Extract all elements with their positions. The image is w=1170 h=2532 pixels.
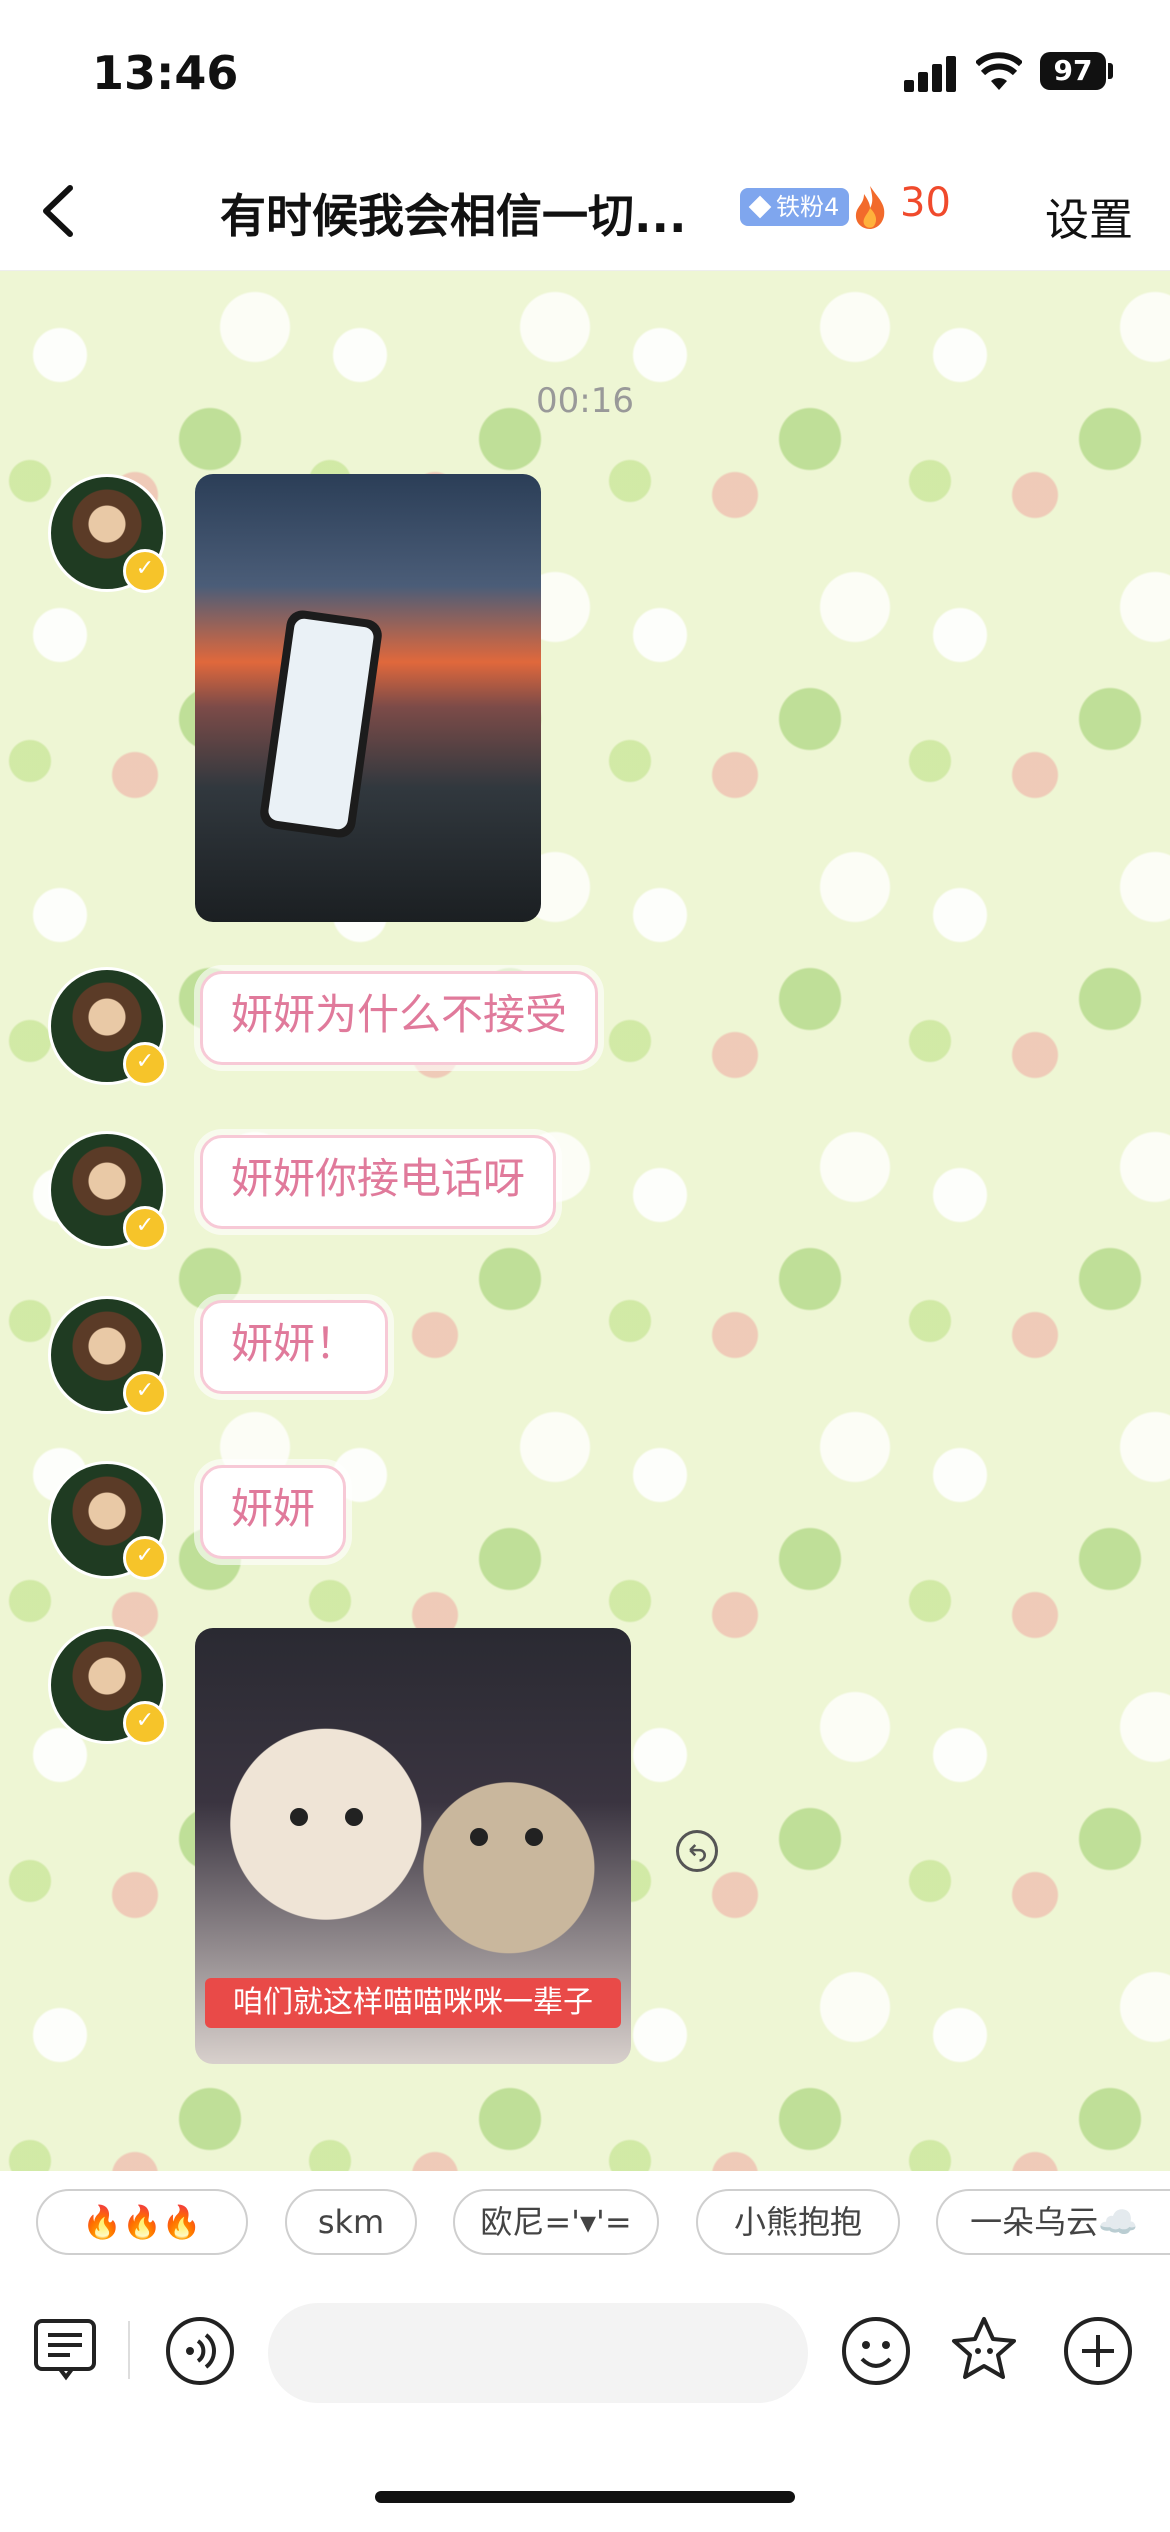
image-message[interactable] [195, 474, 541, 922]
sticker-star-icon[interactable] [948, 2313, 1020, 2385]
verified-icon: ✓ [123, 1206, 167, 1250]
wifi-icon [976, 52, 1022, 90]
avatar[interactable]: ✓ [48, 1461, 167, 1580]
battery-tip [1108, 63, 1113, 79]
sticker-message[interactable]: 咱们就这样喵喵咪咪一辈子 [195, 1628, 631, 2064]
emoji-icon[interactable] [840, 2315, 912, 2387]
cat-eye [290, 1808, 308, 1826]
quick-reply-chip[interactable]: 🔥🔥🔥 [36, 2189, 248, 2255]
message-bubble[interactable]: 妍妍！ [200, 1300, 389, 1394]
status-bar: 13:46 97 [0, 0, 1170, 150]
home-indicator[interactable] [375, 2491, 795, 2503]
quick-reply-chip[interactable]: skm [285, 2189, 417, 2255]
avatar[interactable]: ✓ [48, 1131, 167, 1250]
message-bubble[interactable]: 妍妍为什么不接受 [200, 971, 599, 1065]
sticker-caption: 咱们就这样喵喵咪咪一辈子 [205, 1978, 621, 2028]
input-toolbar [0, 2281, 1170, 2532]
chat-header: 有时候我会相信一切... 铁粉4 30 设置 [0, 150, 1170, 271]
fan-badge-label: 铁粉4 [776, 193, 840, 221]
message-bubble[interactable]: 妍妍你接电话呀 [200, 1135, 557, 1229]
streak-count: 30 [900, 180, 951, 226]
quick-reply-chip[interactable]: 小熊抱抱 [696, 2189, 900, 2255]
diamond-icon [748, 195, 772, 219]
quick-reply-chip[interactable]: 一朵乌云☁️ [936, 2189, 1170, 2255]
quick-reply-bar: 🔥🔥🔥 skm 欧尼='▾'= 小熊抱抱 一朵乌云☁️ [0, 2171, 1170, 2281]
phone-in-photo [258, 608, 384, 840]
fire-icon [855, 186, 885, 229]
message-timestamp: 00:16 [536, 381, 634, 421]
avatar[interactable]: ✓ [48, 967, 167, 1086]
chat-title[interactable]: 有时候我会相信一切... [220, 180, 686, 246]
toolbar-divider [128, 2321, 130, 2379]
settings-button[interactable]: 设置 [1045, 184, 1133, 248]
recall-icon[interactable] [676, 1830, 718, 1872]
cat-eye [345, 1808, 363, 1826]
verified-icon: ✓ [123, 1536, 167, 1580]
cellular-signal-icon [904, 56, 958, 92]
verified-icon: ✓ [123, 1701, 167, 1745]
message-input[interactable] [268, 2303, 808, 2403]
quick-reply-chip[interactable]: 欧尼='▾'= [453, 2189, 659, 2255]
verified-icon: ✓ [123, 549, 167, 593]
cat-eye [525, 1828, 543, 1846]
fan-level-badge: 铁粉4 [740, 188, 850, 226]
verified-icon: ✓ [123, 1042, 167, 1086]
avatar[interactable]: ✓ [48, 1296, 167, 1415]
voice-icon[interactable] [164, 2315, 236, 2387]
menu-list-icon[interactable] [30, 2313, 102, 2385]
avatar[interactable]: ✓ [48, 474, 167, 593]
add-icon[interactable] [1062, 2315, 1134, 2387]
status-time: 13:46 [92, 46, 239, 100]
chat-area[interactable]: 00:16 ✓ ✓ 妍妍为什么不接受 ✓ 妍妍你接电话呀 ✓ 妍妍！ ✓ 妍妍 … [0, 271, 1170, 2171]
message-bubble[interactable]: 妍妍 [200, 1465, 347, 1559]
cat-eye [470, 1828, 488, 1846]
verified-icon: ✓ [123, 1371, 167, 1415]
back-arrow-icon[interactable] [30, 176, 90, 246]
avatar[interactable]: ✓ [48, 1626, 167, 1745]
battery-icon: 97 [1040, 52, 1106, 90]
